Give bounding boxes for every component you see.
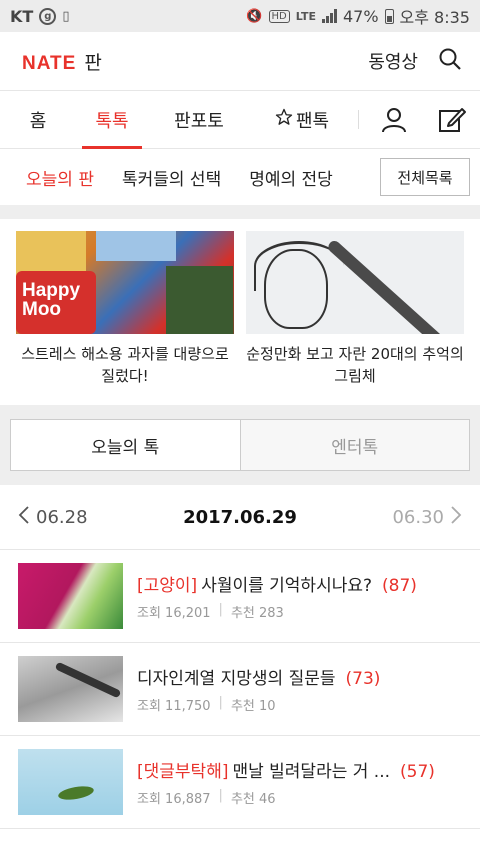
sub-tabs: 오늘의 판 톡커들의 선택 명예의 전당 전체목록 xyxy=(0,149,480,205)
tab-label: 톡톡 xyxy=(95,110,129,132)
subtab-tokker-choice[interactable]: 톡커들의 선택 xyxy=(122,165,221,190)
meta-separator: | xyxy=(218,695,223,710)
meta-separator: | xyxy=(218,788,223,803)
list-item[interactable]: [댓글부탁해] 맨날 빌려달라는 거 ... (57) 조회 16,887 | … xyxy=(0,736,480,829)
battery-icon xyxy=(384,8,394,24)
tab-panphoto[interactable]: 판포토 xyxy=(164,91,234,148)
featured-title: 스트레스 해소용 과자를 대량으로 질렀다! xyxy=(21,345,229,385)
nate-logo[interactable]: NATE 판 xyxy=(22,48,102,75)
write-icon[interactable] xyxy=(427,91,477,148)
recommend-count: 추천 283 xyxy=(230,606,284,621)
post-category: [고양이] xyxy=(137,576,198,596)
search-icon[interactable] xyxy=(438,47,462,75)
recommend-count: 추천 10 xyxy=(230,699,276,714)
list-item[interactable]: 디자인계열 지망생의 질문들 (73) 조회 11,750 | 추천 10 xyxy=(0,643,480,736)
next-date-button[interactable]: 06.30 xyxy=(352,505,462,530)
post-title: 사월이를 기억하시나요? xyxy=(201,576,373,596)
comment-count: (87) xyxy=(382,576,417,596)
app-header: NATE 판 동영상 xyxy=(0,32,480,90)
tab-toktok[interactable]: 톡톡 xyxy=(82,91,142,149)
hd-icon: HD xyxy=(268,9,290,23)
view-count: 조회 16,201 xyxy=(137,606,211,621)
view-count: 조회 16,887 xyxy=(137,792,211,807)
comment-count: (57) xyxy=(400,762,435,782)
mute-icon: 🔇 xyxy=(246,8,263,24)
battery-percent: 47% xyxy=(342,6,379,26)
prev-date-label: 06.28 xyxy=(36,506,88,528)
happy-moo-logo: Happy Moo xyxy=(22,280,81,320)
tab-label: 팬톡 xyxy=(295,110,330,132)
toggle-today-talk[interactable]: 오늘의 톡 xyxy=(11,420,241,470)
video-link[interactable]: 동영상 xyxy=(368,48,418,74)
featured-image xyxy=(246,231,464,334)
user-icon[interactable] xyxy=(369,91,419,148)
post-thumbnail xyxy=(18,749,123,815)
notification-icon: ▯ xyxy=(62,8,70,24)
list-item[interactable]: [고양이] 사월이를 기억하시나요? (87) 조회 16,201 | 추천 2… xyxy=(0,550,480,643)
featured-post[interactable]: 순정만화 보고 자란 20대의 추억의 그림체 xyxy=(246,231,464,405)
featured-title: 순정만화 보고 자란 20대의 추억의 그림체 xyxy=(246,345,464,385)
featured-image: Happy Moo xyxy=(16,231,234,334)
section-title: 판 xyxy=(84,51,102,74)
talk-toggle: 오늘의 톡 엔터톡 xyxy=(10,419,470,471)
post-list: [고양이] 사월이를 기억하시나요? (87) 조회 16,201 | 추천 2… xyxy=(0,550,480,829)
recommend-count: 추천 46 xyxy=(230,792,276,807)
g-app-icon: g xyxy=(39,7,57,25)
meta-separator: | xyxy=(218,602,223,617)
subtab-hall-of-fame[interactable]: 명예의 전당 xyxy=(249,165,333,190)
post-thumbnail xyxy=(18,563,123,629)
post-category: [댓글부탁해] xyxy=(137,762,229,782)
comment-count: (73) xyxy=(345,669,381,689)
toggle-enter-talk[interactable]: 엔터톡 xyxy=(240,420,469,470)
clock: 오후 8:35 xyxy=(399,8,470,27)
tab-divider xyxy=(358,110,359,129)
prev-date-button[interactable]: 06.28 xyxy=(18,505,128,530)
view-count: 조회 11,750 xyxy=(137,699,211,714)
signal-icon xyxy=(321,9,337,23)
network-label: LTE xyxy=(295,9,316,23)
post-title: 디자인계열 지망생의 질문들 xyxy=(137,669,336,689)
tab-home[interactable]: 홈 xyxy=(8,91,68,148)
star-icon xyxy=(275,108,293,131)
tab-label: 판포토 xyxy=(174,110,224,132)
chevron-right-icon xyxy=(450,505,462,530)
chevron-left-icon xyxy=(18,505,30,530)
featured-post[interactable]: Happy Moo 스트레스 해소용 과자를 대량으로 질렀다! xyxy=(16,231,234,405)
featured-posts: Happy Moo 스트레스 해소용 과자를 대량으로 질렀다! 순정만화 보고… xyxy=(0,219,480,405)
status-bar: KT g ▯ 🔇 HD LTE 47% 오후 8:35 xyxy=(0,0,480,32)
date-navigation: 06.28 2017.06.29 06.30 xyxy=(0,485,480,550)
all-list-button[interactable]: 전체목록 xyxy=(380,158,470,196)
current-date: 2017.06.29 xyxy=(183,506,297,528)
post-title: 맨날 빌려달라는 거 ... xyxy=(232,762,391,782)
tab-label: 홈 xyxy=(29,110,47,132)
tab-fantalk[interactable]: 팬톡 xyxy=(256,91,348,148)
section-gap xyxy=(0,205,480,219)
carrier-label: KT xyxy=(10,6,34,26)
talk-toggle-container: 오늘의 톡 엔터톡 xyxy=(0,405,480,485)
next-date-label: 06.30 xyxy=(392,506,444,528)
post-thumbnail xyxy=(18,656,123,722)
subtab-today[interactable]: 오늘의 판 xyxy=(26,165,94,190)
main-tabs: 홈 톡톡 판포토 팬톡 xyxy=(0,90,480,149)
nate-logo-text: NATE xyxy=(22,52,77,74)
